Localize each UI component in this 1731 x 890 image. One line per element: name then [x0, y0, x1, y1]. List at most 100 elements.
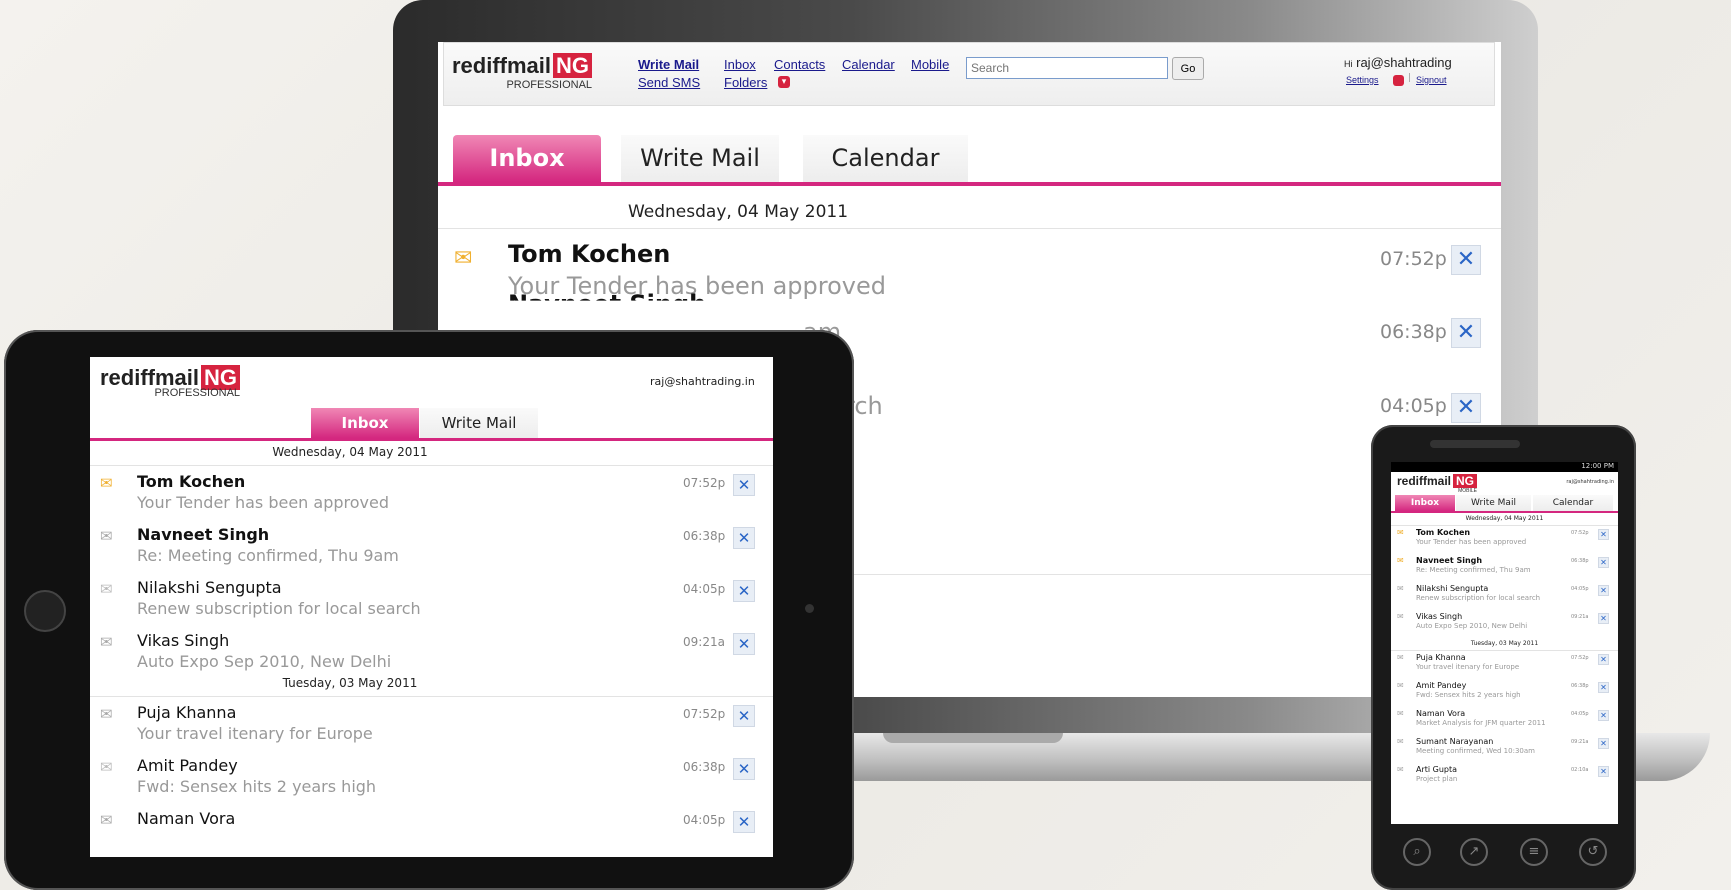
- date-separator: Wednesday, 04 May 2011: [272, 445, 428, 459]
- settings-link[interactable]: Settings: [1346, 75, 1379, 85]
- delete-button[interactable]: ✕: [733, 527, 755, 549]
- message-subject[interactable]: Renew subscription for local search: [137, 599, 421, 618]
- nav-folders[interactable]: Folders: [724, 75, 767, 90]
- tab-calendar[interactable]: Calendar: [1533, 495, 1613, 511]
- message-sender[interactable]: Vikas Singh: [1416, 612, 1462, 621]
- message-time: 04:05p: [1571, 586, 1589, 592]
- message-sender[interactable]: Sumant Narayanan: [1416, 737, 1493, 746]
- message-time: 06:38p: [1571, 683, 1589, 689]
- tab-write-mail[interactable]: Write Mail: [420, 408, 538, 438]
- message-subject[interactable]: Fwd: Sensex hits 2 years high: [137, 777, 376, 796]
- delete-button[interactable]: ✕: [1598, 766, 1609, 777]
- message-subject[interactable]: Your Tender has been approved: [137, 493, 389, 512]
- tab-write-mail[interactable]: Write Mail: [621, 135, 779, 182]
- delete-button[interactable]: ✕: [1598, 682, 1609, 693]
- message-sender[interactable]: Tom Kochen: [508, 240, 670, 268]
- message-subject[interactable]: Auto Expo Sep 2010, New Delhi: [1416, 622, 1527, 630]
- message-subject[interactable]: Project plan: [1416, 775, 1457, 783]
- delete-button[interactable]: ✕: [1598, 738, 1609, 749]
- message-subject[interactable]: Your travel itenary for Europe: [1416, 663, 1519, 671]
- envelope-replied-icon: ✉: [100, 705, 113, 723]
- divider: [90, 465, 773, 466]
- message-sender[interactable]: Naman Vora: [1416, 709, 1465, 718]
- delete-button[interactable]: ✕: [1598, 557, 1609, 568]
- message-subject[interactable]: Re: Meeting confirmed, Thu 9am: [137, 546, 399, 565]
- envelope-icon: ✉: [1397, 556, 1404, 565]
- message-sender[interactable]: Puja Khanna: [137, 703, 236, 722]
- search-go-button[interactable]: Go: [1172, 57, 1204, 80]
- envelope-icon: ✉: [1397, 528, 1404, 537]
- back-icon[interactable]: ↺: [1579, 838, 1607, 866]
- message-sender[interactable]: Amit Pandey: [137, 756, 238, 775]
- message-sender[interactable]: Puja Khanna: [1416, 653, 1466, 662]
- delete-button[interactable]: ✕: [733, 811, 755, 833]
- delete-button[interactable]: ✕: [1598, 613, 1609, 624]
- nav-mobile[interactable]: Mobile: [911, 57, 949, 72]
- delete-button[interactable]: ✕: [1598, 529, 1609, 540]
- delete-button[interactable]: ✕: [1451, 245, 1481, 275]
- delete-button[interactable]: ✕: [733, 474, 755, 496]
- message-time: 09:21a: [1571, 614, 1589, 620]
- message-subject[interactable]: Market Analysis for JFM quarter 2011: [1416, 719, 1546, 727]
- menu-icon[interactable]: ≡: [1520, 838, 1548, 866]
- delete-button[interactable]: ✕: [1451, 393, 1481, 423]
- message-time: 04:05p: [1380, 395, 1447, 417]
- tablet-camera: [805, 604, 814, 613]
- search-icon[interactable]: ⌕: [1403, 838, 1431, 866]
- message-sender[interactable]: Navneet Singh: [508, 290, 706, 301]
- message-subject[interactable]: Your travel itenary for Europe: [137, 724, 373, 743]
- delete-button[interactable]: ✕: [1451, 318, 1481, 348]
- logo-text: rediffmail: [452, 53, 552, 78]
- user-email: raj@shahtrading.in: [1566, 479, 1614, 485]
- tab-inbox[interactable]: Inbox: [311, 408, 419, 438]
- tab-write-mail[interactable]: Write Mail: [1456, 495, 1531, 511]
- message-sender[interactable]: Navneet Singh: [1416, 556, 1482, 565]
- message-subject[interactable]: Renew subscription for local search: [1416, 594, 1540, 602]
- message-subject[interactable]: Meeting confirmed, Wed 10:30am: [1416, 747, 1535, 755]
- message-sender[interactable]: Navneet Singh: [137, 525, 269, 544]
- message-sender[interactable]: Amit Pandey: [1416, 681, 1466, 690]
- nav-inbox[interactable]: Inbox: [724, 57, 756, 72]
- delete-button[interactable]: ✕: [1598, 585, 1609, 596]
- message-time: 07:52p: [683, 707, 726, 721]
- message-sender[interactable]: Vikas Singh: [137, 631, 229, 650]
- message-sender[interactable]: Tom Kochen: [137, 472, 245, 491]
- greeting: Hi: [1344, 59, 1353, 69]
- tablet-screen: rediffmail NG PROFESSIONAL raj@shahtradin…: [90, 357, 773, 857]
- settings-dropdown-icon[interactable]: [1393, 75, 1404, 86]
- message-sender[interactable]: Arti Gupta: [1416, 765, 1457, 774]
- tab-underline: [90, 438, 773, 441]
- delete-button[interactable]: ✕: [733, 633, 755, 655]
- delete-button[interactable]: ✕: [1598, 654, 1609, 665]
- envelope-icon: ✉: [1397, 584, 1404, 593]
- nav-calendar[interactable]: Calendar: [842, 57, 895, 72]
- envelope-unread-icon: ✉: [100, 474, 113, 492]
- envelope-replied-icon: ✉: [100, 633, 113, 651]
- nav-write-mail[interactable]: Write Mail: [638, 57, 699, 72]
- message-subject[interactable]: Fwd: Sensex hits 2 years high: [1416, 691, 1521, 699]
- share-icon[interactable]: ↗: [1460, 838, 1488, 866]
- delete-button[interactable]: ✕: [1598, 710, 1609, 721]
- signout-link[interactable]: Signout: [1416, 75, 1447, 85]
- delete-button[interactable]: ✕: [733, 705, 755, 727]
- tab-inbox[interactable]: Inbox: [1395, 495, 1455, 511]
- message-subject[interactable]: Your Tender has been approved: [1416, 538, 1526, 546]
- delete-button[interactable]: ✕: [733, 580, 755, 602]
- envelope-unread-icon: ✉: [454, 246, 473, 271]
- message-sender[interactable]: Tom Kochen: [1416, 528, 1470, 537]
- search-input[interactable]: [966, 57, 1168, 79]
- message-subject[interactable]: Auto Expo Sep 2010, New Delhi: [137, 652, 391, 671]
- tablet-home-button: [24, 590, 66, 632]
- message-sender[interactable]: Nilakshi Sengupta: [137, 578, 282, 597]
- message-sender[interactable]: Nilakshi Sengupta: [1416, 584, 1488, 593]
- message-subject[interactable]: Re: Meeting confirmed, Thu 9am: [1416, 566, 1531, 574]
- nav-contacts[interactable]: Contacts: [774, 57, 825, 72]
- folders-dropdown-icon[interactable]: ▾: [778, 76, 790, 88]
- date-separator: Wednesday, 04 May 2011: [1465, 515, 1544, 522]
- delete-button[interactable]: ✕: [733, 758, 755, 780]
- tab-underline: [438, 182, 1501, 186]
- tab-calendar[interactable]: Calendar: [803, 135, 968, 182]
- tab-inbox[interactable]: Inbox: [453, 135, 601, 182]
- nav-send-sms[interactable]: Send SMS: [638, 75, 700, 90]
- message-sender[interactable]: Naman Vora: [137, 809, 235, 828]
